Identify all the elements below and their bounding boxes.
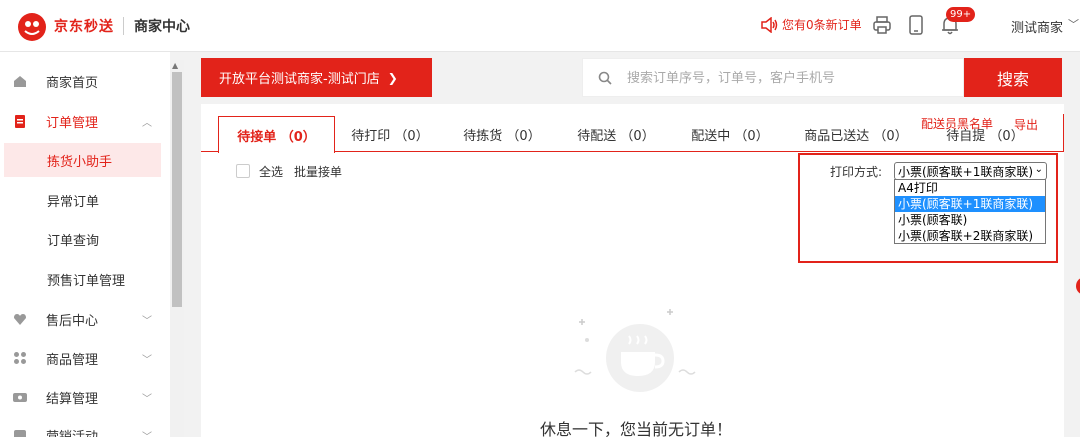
sidebar-sub-label: 预售订单管理 [47, 273, 126, 289]
print-option-receipt-2-merchant[interactable]: 小票(顾客联+2联商家联) [895, 228, 1045, 244]
sidebar-item-label: 商家首页 [46, 75, 99, 91]
user-name[interactable]: 测试商家 [1011, 17, 1063, 36]
sidebar-sub-label: 拣货小助手 [47, 154, 113, 170]
chevron-up-icon: ︿ [142, 117, 152, 129]
print-option-receipt-1-merchant[interactable]: 小票(顾客联+1联商家联) [895, 196, 1045, 212]
sidebar-item-settlement[interactable]: 结算管理 ﹀ [0, 378, 170, 416]
notification-badge: 99+ [946, 7, 976, 22]
merchant-center-title: 商家中心 [134, 19, 190, 35]
sidebar-sub-picking-assistant[interactable]: 拣货小助手 [4, 143, 161, 177]
sidebar-item-products[interactable]: 商品管理 ﹀ [0, 339, 170, 377]
print-option-receipt-customer[interactable]: 小票(顾客联) [895, 212, 1045, 228]
settle-icon [13, 393, 27, 402]
select-all-checkbox[interactable] [236, 164, 250, 178]
print-mode-label: 打印方式: [830, 165, 883, 179]
sidebar-item-label: 结算管理 [46, 391, 99, 407]
chevron-down-icon: ﹀ [142, 393, 152, 405]
brand-name: 京东秒送 [54, 19, 114, 35]
speaker-icon [761, 16, 778, 33]
empty-state-message: 休息一下，您当前无订单！ [540, 420, 733, 437]
tab-delivered[interactable]: 商品已送达 （0） [796, 116, 916, 152]
sidebar-item-label: 商品管理 [46, 352, 99, 368]
sidebar-item-label: 营销活动 [46, 429, 99, 437]
scroll-up-arrow-icon[interactable]: ▲ [172, 61, 178, 70]
marketing-icon [14, 430, 26, 437]
chevron-down-icon: ⌄ [1034, 164, 1043, 175]
sidebar: 商家首页 订单管理 ︿ 拣货小助手 异常订单 订单查询 预售订单管理 售后中心 … [0, 52, 170, 437]
grid-icon [14, 352, 26, 364]
chevron-down-icon[interactable]: ﹀ [1068, 16, 1079, 32]
search-input[interactable] [627, 67, 947, 89]
print-mode-select[interactable]: 小票(顾客联+1联商家联) ⌄ [894, 162, 1047, 180]
batch-accept-button[interactable]: 批量接单 [294, 163, 342, 180]
store-selector-button[interactable]: 开放平台测试商家-测试门店 ❯ [201, 58, 432, 97]
sidebar-item-label: 售后中心 [46, 313, 99, 329]
home-icon [14, 76, 26, 87]
sidebar-scroll-thumb[interactable] [172, 72, 182, 307]
search-button[interactable]: 搜索 [964, 58, 1062, 97]
chevron-down-icon: ﹀ [142, 431, 152, 437]
chevron-down-icon: ﹀ [142, 354, 152, 366]
sidebar-item-orders[interactable]: 订单管理 ︿ [0, 102, 170, 140]
select-all-label[interactable]: 全选 [259, 163, 283, 180]
new-order-notification[interactable]: 您有0条新订单 [760, 16, 862, 33]
order-icon [15, 115, 25, 128]
store-name: 开放平台测试商家-测试门店 [219, 72, 380, 87]
sidebar-sub-presale-orders[interactable]: 预售订单管理 [4, 262, 161, 296]
chevron-down-icon: ﹀ [142, 315, 152, 327]
coffee-cup-icon [574, 309, 696, 392]
notification-text: 您有0条新订单 [782, 18, 862, 32]
tablet-icon[interactable] [906, 14, 926, 36]
search-icon [598, 71, 612, 85]
top-bar: 京东秒送 商家中心 您有0条新订单 99+ 测试商家 ﹀ [0, 0, 1080, 52]
chevron-right-icon: ❯ [387, 70, 398, 85]
sidebar-sub-abnormal-orders[interactable]: 异常订单 [4, 183, 161, 217]
tab-pending-pick[interactable]: 待拣货 （0） [452, 116, 552, 152]
sidebar-item-home[interactable]: 商家首页 [0, 62, 170, 100]
tab-delivering[interactable]: 配送中 （0） [680, 116, 780, 152]
sidebar-sub-order-query[interactable]: 订单查询 [4, 222, 161, 256]
aftersale-icon [14, 314, 26, 325]
order-search-box [582, 58, 964, 97]
printer-icon[interactable] [872, 14, 892, 36]
print-mode-selected: 小票(顾客联+1联商家联) [898, 164, 1034, 179]
print-option-a4[interactable]: A4打印 [895, 180, 1045, 196]
sidebar-sub-label: 订单查询 [47, 233, 100, 249]
tab-pending-pickup[interactable]: 待自提 （0） [935, 118, 1035, 152]
brand-divider [123, 17, 124, 35]
tab-pending-accept[interactable]: 待接单 （0） [218, 116, 335, 153]
tab-pending-delivery[interactable]: 待配送 （0） [566, 116, 666, 152]
sidebar-item-marketing[interactable]: 营销活动 ﹀ [0, 416, 170, 437]
sidebar-item-aftersale[interactable]: 售后中心 ﹀ [0, 300, 170, 338]
print-mode-options: A4打印 小票(顾客联+1联商家联) 小票(顾客联) 小票(顾客联+2联商家联) [894, 179, 1046, 244]
tab-pending-print[interactable]: 待打印 （0） [340, 116, 440, 152]
jd-logo-icon[interactable] [16, 11, 48, 43]
sidebar-item-label: 订单管理 [46, 115, 99, 131]
floating-side-tab[interactable] [1076, 277, 1080, 295]
sidebar-sub-label: 异常订单 [47, 194, 100, 210]
